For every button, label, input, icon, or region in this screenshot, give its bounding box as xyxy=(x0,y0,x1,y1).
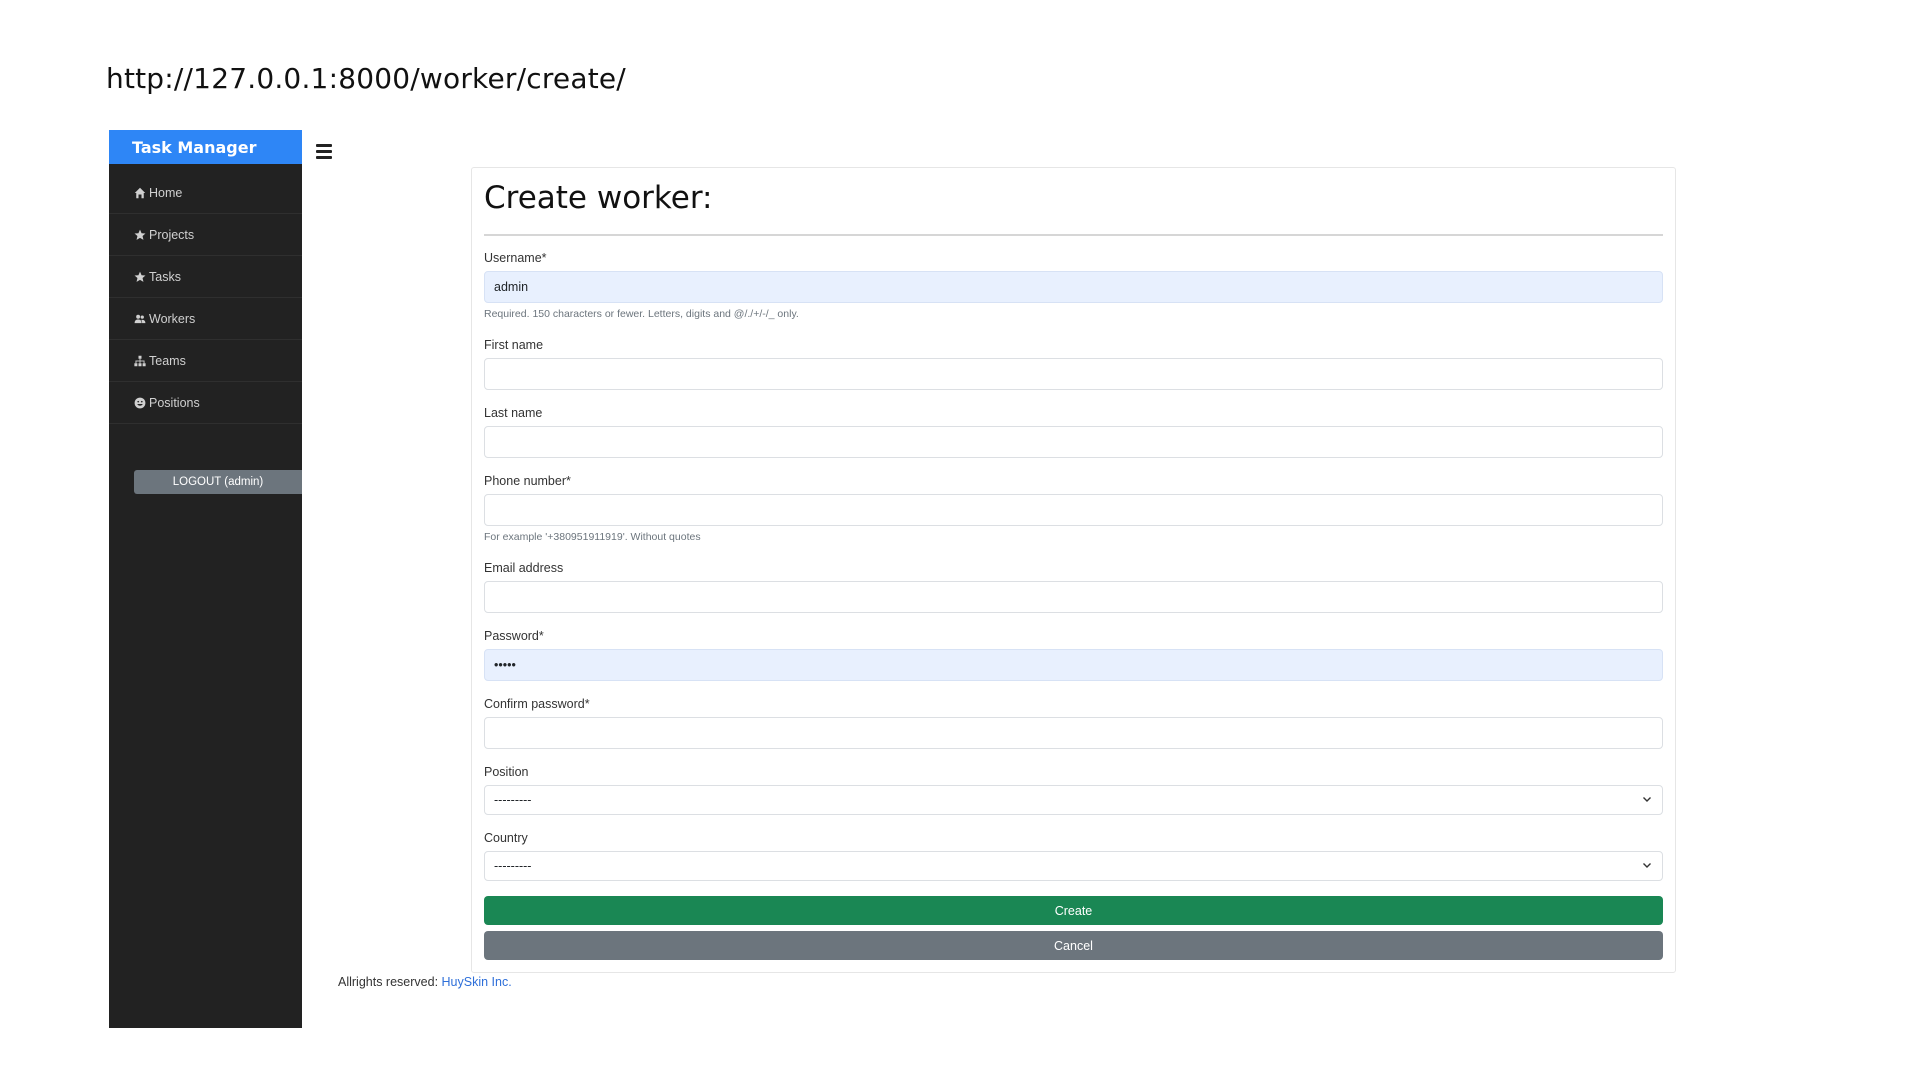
email-label: Email address xyxy=(484,561,564,575)
sidebar-item-label: Positions xyxy=(149,395,200,410)
confirm-password-label: Confirm password* xyxy=(484,697,590,711)
sidebar-item-label: Projects xyxy=(149,227,195,242)
footer: Allrights reserved: HuySkin Inc. xyxy=(338,975,512,989)
phone-group: Phone number* For example '+380951911919… xyxy=(484,474,1663,543)
country-label: Country xyxy=(484,831,528,845)
password-group: Password* ••••• xyxy=(484,629,1663,681)
sidebar-item-tasks[interactable]: Tasks xyxy=(109,256,302,298)
first-name-group: First name xyxy=(484,338,1663,390)
position-select[interactable]: --------- xyxy=(484,785,1663,815)
sitemap-icon xyxy=(132,355,148,367)
sidebar-item-label: Workers xyxy=(149,311,196,326)
last-name-label: Last name xyxy=(484,406,543,420)
sidebar-nav: Home Projects Tasks Workers Teams Positi… xyxy=(109,172,302,424)
page-title: Create worker: xyxy=(484,180,713,216)
hamburger-menu-icon[interactable] xyxy=(316,144,332,160)
users-icon xyxy=(132,313,148,325)
logout-button[interactable]: LOGOUT (admin) xyxy=(134,470,302,494)
brand-title[interactable]: Task Manager xyxy=(109,130,302,164)
footer-company-link[interactable]: HuySkin Inc. xyxy=(442,975,512,989)
sidebar-item-positions[interactable]: Positions xyxy=(109,382,302,424)
last-name-group: Last name xyxy=(484,406,1663,458)
sidebar-item-label: Tasks xyxy=(149,269,181,284)
first-name-input[interactable] xyxy=(484,358,1663,390)
first-name-label: First name xyxy=(484,338,544,352)
country-selected-value: --------- xyxy=(494,859,532,873)
star-icon xyxy=(132,271,148,283)
sidebar-item-home[interactable]: Home xyxy=(109,172,302,214)
position-selected-value: --------- xyxy=(494,793,532,807)
confirm-password-group: Confirm password* xyxy=(484,697,1663,749)
star-icon xyxy=(132,229,148,241)
smile-icon xyxy=(132,397,148,409)
sidebar-item-teams[interactable]: Teams xyxy=(109,340,302,382)
chevron-down-icon xyxy=(1641,859,1653,874)
password-label: Password* xyxy=(484,629,544,643)
sidebar-item-workers[interactable]: Workers xyxy=(109,298,302,340)
chevron-down-icon xyxy=(1641,793,1653,808)
phone-label: Phone number* xyxy=(484,474,571,488)
sidebar-item-label: Home xyxy=(149,185,183,200)
sidebar: Task Manager Home Projects Tasks Workers… xyxy=(109,130,302,1028)
cancel-button[interactable]: Cancel xyxy=(484,931,1663,960)
phone-help: For example '+380951911919'. Without quo… xyxy=(484,531,701,543)
username-input[interactable]: admin xyxy=(484,271,1663,303)
position-group: Position --------- xyxy=(484,765,1663,815)
country-select[interactable]: --------- xyxy=(484,851,1663,881)
footer-text: Allrights reserved: xyxy=(338,975,439,989)
country-group: Country --------- xyxy=(484,831,1663,881)
position-label: Position xyxy=(484,765,529,779)
email-group: Email address xyxy=(484,561,1663,613)
home-icon xyxy=(132,187,148,199)
confirm-password-input[interactable] xyxy=(484,717,1663,749)
title-divider xyxy=(484,234,1663,236)
phone-input[interactable] xyxy=(484,494,1663,526)
create-button[interactable]: Create xyxy=(484,896,1663,925)
email-input[interactable] xyxy=(484,581,1663,613)
username-help: Required. 150 characters or fewer. Lette… xyxy=(484,308,799,320)
url-caption: http://127.0.0.1:8000/worker/create/ xyxy=(106,62,626,95)
create-worker-card: Create worker: Username* admin Required.… xyxy=(471,167,1676,973)
username-label: Username* xyxy=(484,251,547,265)
last-name-input[interactable] xyxy=(484,426,1663,458)
username-group: Username* admin Required. 150 characters… xyxy=(484,251,1663,320)
password-input[interactable]: ••••• xyxy=(484,649,1663,681)
sidebar-item-label: Teams xyxy=(149,353,186,368)
sidebar-item-projects[interactable]: Projects xyxy=(109,214,302,256)
